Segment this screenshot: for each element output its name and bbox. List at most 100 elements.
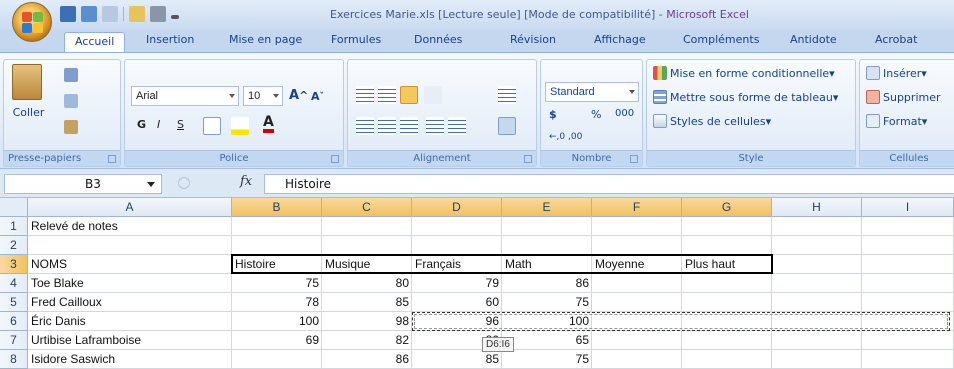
tab-mise-en-page[interactable]: Mise en page xyxy=(229,33,302,52)
currency-button[interactable]: $ xyxy=(549,108,557,121)
column-header-g[interactable]: G xyxy=(682,198,772,217)
save-icon[interactable] xyxy=(60,6,76,22)
decrease-indent-icon[interactable] xyxy=(426,117,444,135)
paste-button[interactable]: Coller xyxy=(12,64,45,119)
cell-b4[interactable]: 75 xyxy=(232,274,322,293)
row-header-8[interactable]: 8 xyxy=(0,350,28,369)
clipboard-launcher-icon[interactable] xyxy=(108,155,116,163)
cell-a6[interactable]: Éric Danis xyxy=(28,312,232,331)
font-launcher-icon[interactable] xyxy=(331,155,339,163)
fill-color-icon[interactable] xyxy=(231,117,249,135)
tab-acrobat[interactable]: Acrobat xyxy=(875,33,917,52)
number-format-combo[interactable]: Standard xyxy=(545,82,639,102)
borders-icon[interactable] xyxy=(203,117,221,135)
customize-qat-icon[interactable] xyxy=(171,15,179,19)
row-header-3[interactable]: 3 xyxy=(0,255,28,274)
column-header-d[interactable]: D xyxy=(412,198,502,217)
delete-button[interactable]: Supprimer xyxy=(866,90,941,104)
row-header-4[interactable]: 4 xyxy=(0,274,28,293)
cell-e5[interactable]: 75 xyxy=(502,293,592,312)
increase-decimal-button[interactable]: ←,0 ,00 xyxy=(549,132,582,142)
conditional-formatting-button[interactable]: Mise en forme conditionnelle ▾ xyxy=(653,66,835,80)
italic-button[interactable]: I xyxy=(157,118,160,131)
font-color-button[interactable]: A xyxy=(263,115,274,133)
orientation-icon[interactable] xyxy=(424,86,442,104)
cell-a3[interactable]: NOMS xyxy=(28,255,232,274)
print-icon[interactable] xyxy=(150,6,166,22)
office-button[interactable] xyxy=(12,2,52,42)
column-header-a[interactable]: A xyxy=(28,198,232,217)
undo-icon[interactable] xyxy=(81,6,97,22)
align-top-icon[interactable] xyxy=(356,86,374,104)
open-icon[interactable] xyxy=(129,6,145,22)
column-header-c[interactable]: C xyxy=(322,198,412,217)
copy-icon[interactable] xyxy=(64,94,78,108)
cell-e8[interactable]: 75 xyxy=(502,350,592,369)
format-painter-icon[interactable] xyxy=(64,120,78,134)
cell-d4[interactable]: 79 xyxy=(412,274,502,293)
tab-complements[interactable]: Compléments xyxy=(683,33,759,52)
merge-center-icon[interactable] xyxy=(498,117,516,135)
cell-e7[interactable]: 65 xyxy=(502,331,592,350)
number-launcher-icon[interactable] xyxy=(630,155,638,163)
row-header-2[interactable]: 2 xyxy=(0,236,28,255)
cell-d5[interactable]: 60 xyxy=(412,293,502,312)
align-left-icon[interactable] xyxy=(356,117,374,135)
name-box[interactable]: B3 xyxy=(4,174,162,194)
format-as-table-button[interactable]: Mettre sous forme de tableau ▾ xyxy=(653,90,838,104)
tab-donnees[interactable]: Données xyxy=(414,33,462,52)
tab-formules[interactable]: Formules xyxy=(331,33,381,52)
column-header-b[interactable]: B xyxy=(232,198,322,217)
select-all-corner[interactable] xyxy=(0,198,28,217)
insert-button[interactable]: Insérer ▾ xyxy=(866,66,927,80)
insert-function-button[interactable]: fx xyxy=(240,174,252,189)
redo-icon[interactable] xyxy=(102,6,118,22)
cell-c6[interactable]: 98 xyxy=(322,312,412,331)
tab-affichage[interactable]: Affichage xyxy=(594,33,646,52)
tab-accueil[interactable]: Accueil xyxy=(64,32,126,53)
font-name-combo[interactable]: Arial xyxy=(131,86,239,106)
cell-d8[interactable]: 85 xyxy=(412,350,502,369)
increase-indent-icon[interactable] xyxy=(448,117,466,135)
cell-a8[interactable]: Isidore Saswich xyxy=(28,350,232,369)
row-header-7[interactable]: 7 xyxy=(0,331,28,350)
wrap-text-icon[interactable] xyxy=(498,86,516,104)
cell-b6[interactable]: 100 xyxy=(232,312,322,331)
formula-input[interactable]: Histoire xyxy=(264,174,954,194)
column-header-f[interactable]: F xyxy=(592,198,682,217)
cell-b5[interactable]: 78 xyxy=(232,293,322,312)
cell-a5[interactable]: Fred Cailloux xyxy=(28,293,232,312)
row-header-5[interactable]: 5 xyxy=(0,293,28,312)
tab-antidote[interactable]: Antidote xyxy=(790,33,837,52)
tab-insertion[interactable]: Insertion xyxy=(146,33,194,52)
cell-e4[interactable]: 86 xyxy=(502,274,592,293)
font-size-combo[interactable]: 10 xyxy=(243,86,283,106)
underline-button[interactable]: S xyxy=(177,118,184,131)
cell-b7[interactable]: 69 xyxy=(232,331,322,350)
row-header-1[interactable]: 1 xyxy=(0,217,28,236)
thousands-button[interactable]: 000 xyxy=(615,108,634,119)
column-header-e[interactable]: E xyxy=(502,198,592,217)
column-header-h[interactable]: H xyxy=(772,198,862,217)
spreadsheet-grid[interactable]: A B C D E F G H I 1 2 3 4 5 6 7 8 Relevé de notes NOMS Hist… xyxy=(0,198,954,369)
cell-a4[interactable]: Toe Blake xyxy=(28,274,232,293)
bold-button[interactable]: G xyxy=(137,118,146,131)
cell-c7[interactable]: 82 xyxy=(322,331,412,350)
tab-revision[interactable]: Révision xyxy=(510,33,556,52)
shrink-font-button[interactable]: Aˇ xyxy=(311,90,324,103)
cell-c8[interactable]: 86 xyxy=(322,350,412,369)
cell-c5[interactable]: 85 xyxy=(322,293,412,312)
alignment-launcher-icon[interactable] xyxy=(524,155,532,163)
align-right-icon[interactable] xyxy=(400,117,418,135)
cell-a7[interactable]: Urtibise Laframboise xyxy=(28,331,232,350)
format-button[interactable]: Format ▾ xyxy=(866,114,927,128)
percent-button[interactable]: % xyxy=(591,108,601,121)
align-center-icon[interactable] xyxy=(378,117,396,135)
align-bottom-icon[interactable] xyxy=(400,86,418,104)
column-header-i[interactable]: I xyxy=(862,198,954,217)
grow-font-button[interactable]: A ^ xyxy=(289,88,308,103)
cut-icon[interactable] xyxy=(64,68,78,82)
cell-a1[interactable]: Relevé de notes xyxy=(28,217,232,236)
align-middle-icon[interactable] xyxy=(378,86,396,104)
cell-styles-button[interactable]: Styles de cellules ▾ xyxy=(653,114,771,128)
